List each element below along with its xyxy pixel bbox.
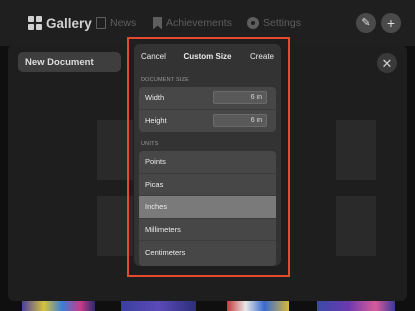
nav-gallery-label: Gallery [46, 15, 92, 31]
edit-button[interactable]: ✎ [356, 13, 376, 33]
close-button[interactable]: ✕ [377, 53, 397, 73]
highlight-box [127, 37, 290, 277]
artwork-thumbnail[interactable] [227, 301, 289, 311]
ribbon-icon [153, 16, 162, 30]
nav-gallery[interactable]: Gallery [28, 14, 92, 32]
new-document-label: New Document [25, 56, 94, 68]
add-button[interactable]: + [381, 13, 401, 33]
nav-news[interactable]: News [96, 14, 136, 32]
pencil-icon: ✎ [361, 16, 371, 29]
artwork-thumbnail[interactable] [22, 301, 95, 311]
artwork-thumbnail[interactable] [121, 301, 196, 311]
template-thumbnail [336, 196, 376, 256]
nav-news-label: News [110, 17, 137, 29]
plus-icon: + [386, 15, 396, 31]
nav-settings-label: Settings [263, 17, 301, 29]
template-thumbnail [336, 120, 376, 180]
grid-icon [28, 16, 42, 30]
gear-icon [247, 17, 259, 29]
nav-achievements-label: Achievements [166, 17, 232, 29]
nav-settings[interactable]: Settings [247, 14, 301, 32]
document-icon [96, 17, 106, 29]
new-document-tab[interactable]: New Document [18, 52, 121, 72]
artwork-thumbnail[interactable] [317, 301, 395, 311]
close-icon: ✕ [381, 55, 393, 71]
nav-achievements[interactable]: Achievements [153, 14, 232, 32]
